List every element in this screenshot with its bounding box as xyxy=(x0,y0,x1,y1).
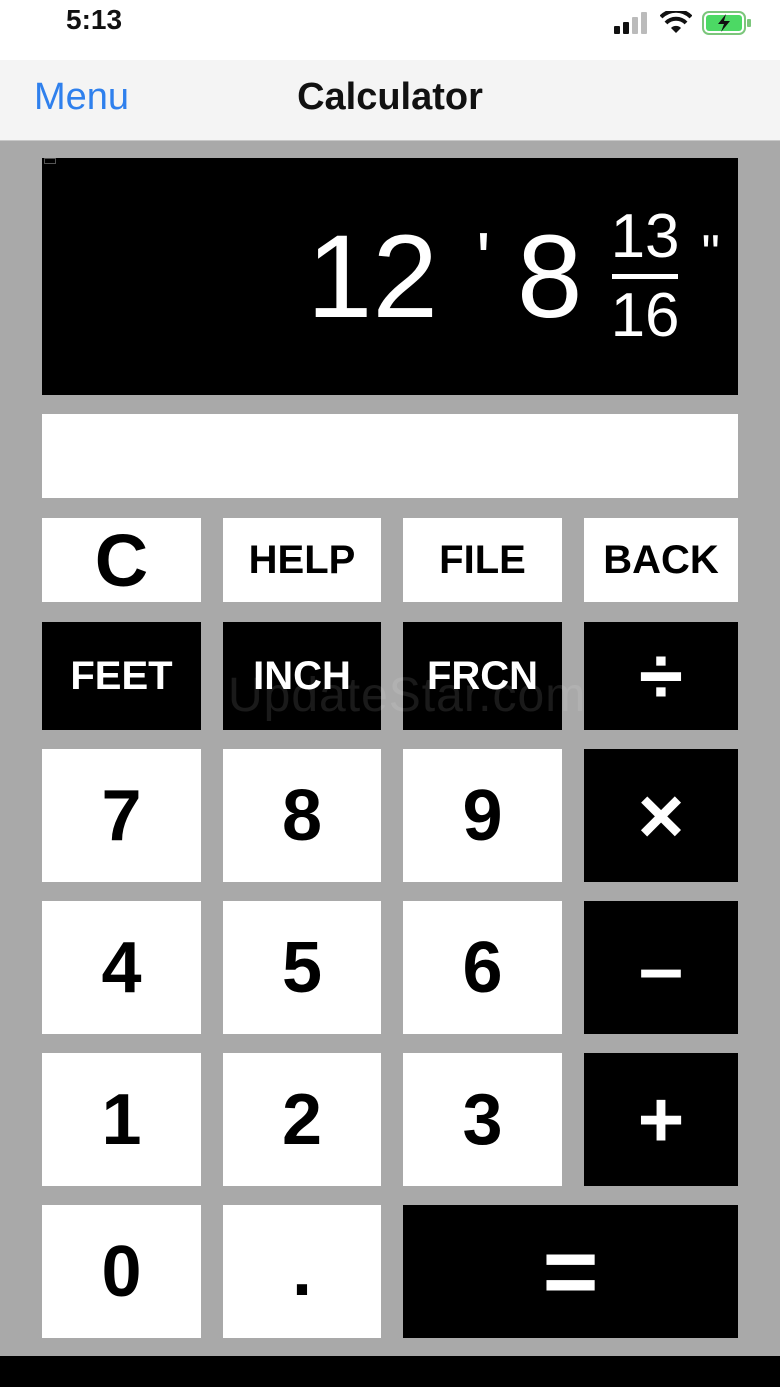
inches-value: 8 xyxy=(516,210,583,343)
signal-icon xyxy=(614,12,647,34)
clear-button[interactable]: C xyxy=(42,518,201,602)
display-corner-mark xyxy=(44,158,56,164)
digit-7-button[interactable]: 7 xyxy=(42,749,201,882)
multiply-button[interactable]: × xyxy=(584,749,738,882)
digit-4-button[interactable]: 4 xyxy=(42,901,201,1034)
nav-bar: Calculator Menu xyxy=(0,60,780,141)
decimal-point-button[interactable]: . xyxy=(223,1205,381,1338)
fraction-numerator: 13 xyxy=(610,202,680,271)
digit-1-button[interactable]: 1 xyxy=(42,1053,201,1186)
menu-button[interactable]: Menu xyxy=(34,76,129,119)
measurement-readout: 12 ' 8 13 16 " xyxy=(307,158,720,395)
status-icons xyxy=(614,10,752,36)
digit-3-button[interactable]: 3 xyxy=(403,1053,562,1186)
wifi-icon xyxy=(660,11,692,33)
digit-6-button[interactable]: 6 xyxy=(403,901,562,1034)
battery-charging-icon xyxy=(702,11,751,35)
feet-symbol: ' xyxy=(476,216,491,304)
status-time: 5:13 xyxy=(66,4,123,35)
fraction-denominator: 16 xyxy=(610,281,680,350)
watermark: UpdateStar.com xyxy=(228,669,587,722)
digit-9-button[interactable]: 9 xyxy=(403,749,562,882)
fraction-value: 13 16 xyxy=(611,206,680,347)
digit-0-button[interactable]: 0 xyxy=(42,1205,201,1338)
digit-5-button[interactable]: 5 xyxy=(223,901,381,1034)
feet-value: 12 xyxy=(306,210,439,343)
home-indicator-area xyxy=(0,1356,780,1387)
result-display: 12 ' 8 13 16 " xyxy=(42,158,738,395)
back-button[interactable]: BACK xyxy=(584,518,738,602)
status-bar: 5:13 xyxy=(0,0,780,60)
digit-2-button[interactable]: 2 xyxy=(223,1053,381,1186)
inch-symbol: " xyxy=(701,225,720,283)
divide-button[interactable]: ÷ xyxy=(584,622,738,730)
minus-button[interactable]: – xyxy=(584,901,738,1034)
equals-button[interactable]: = xyxy=(403,1205,738,1338)
plus-button[interactable]: + xyxy=(584,1053,738,1186)
entry-field[interactable] xyxy=(42,414,738,498)
help-button[interactable]: HELP xyxy=(223,518,381,602)
file-button[interactable]: FILE xyxy=(403,518,562,602)
digit-8-button[interactable]: 8 xyxy=(223,749,381,882)
feet-button[interactable]: FEET xyxy=(42,622,201,730)
fraction-bar xyxy=(612,274,679,279)
